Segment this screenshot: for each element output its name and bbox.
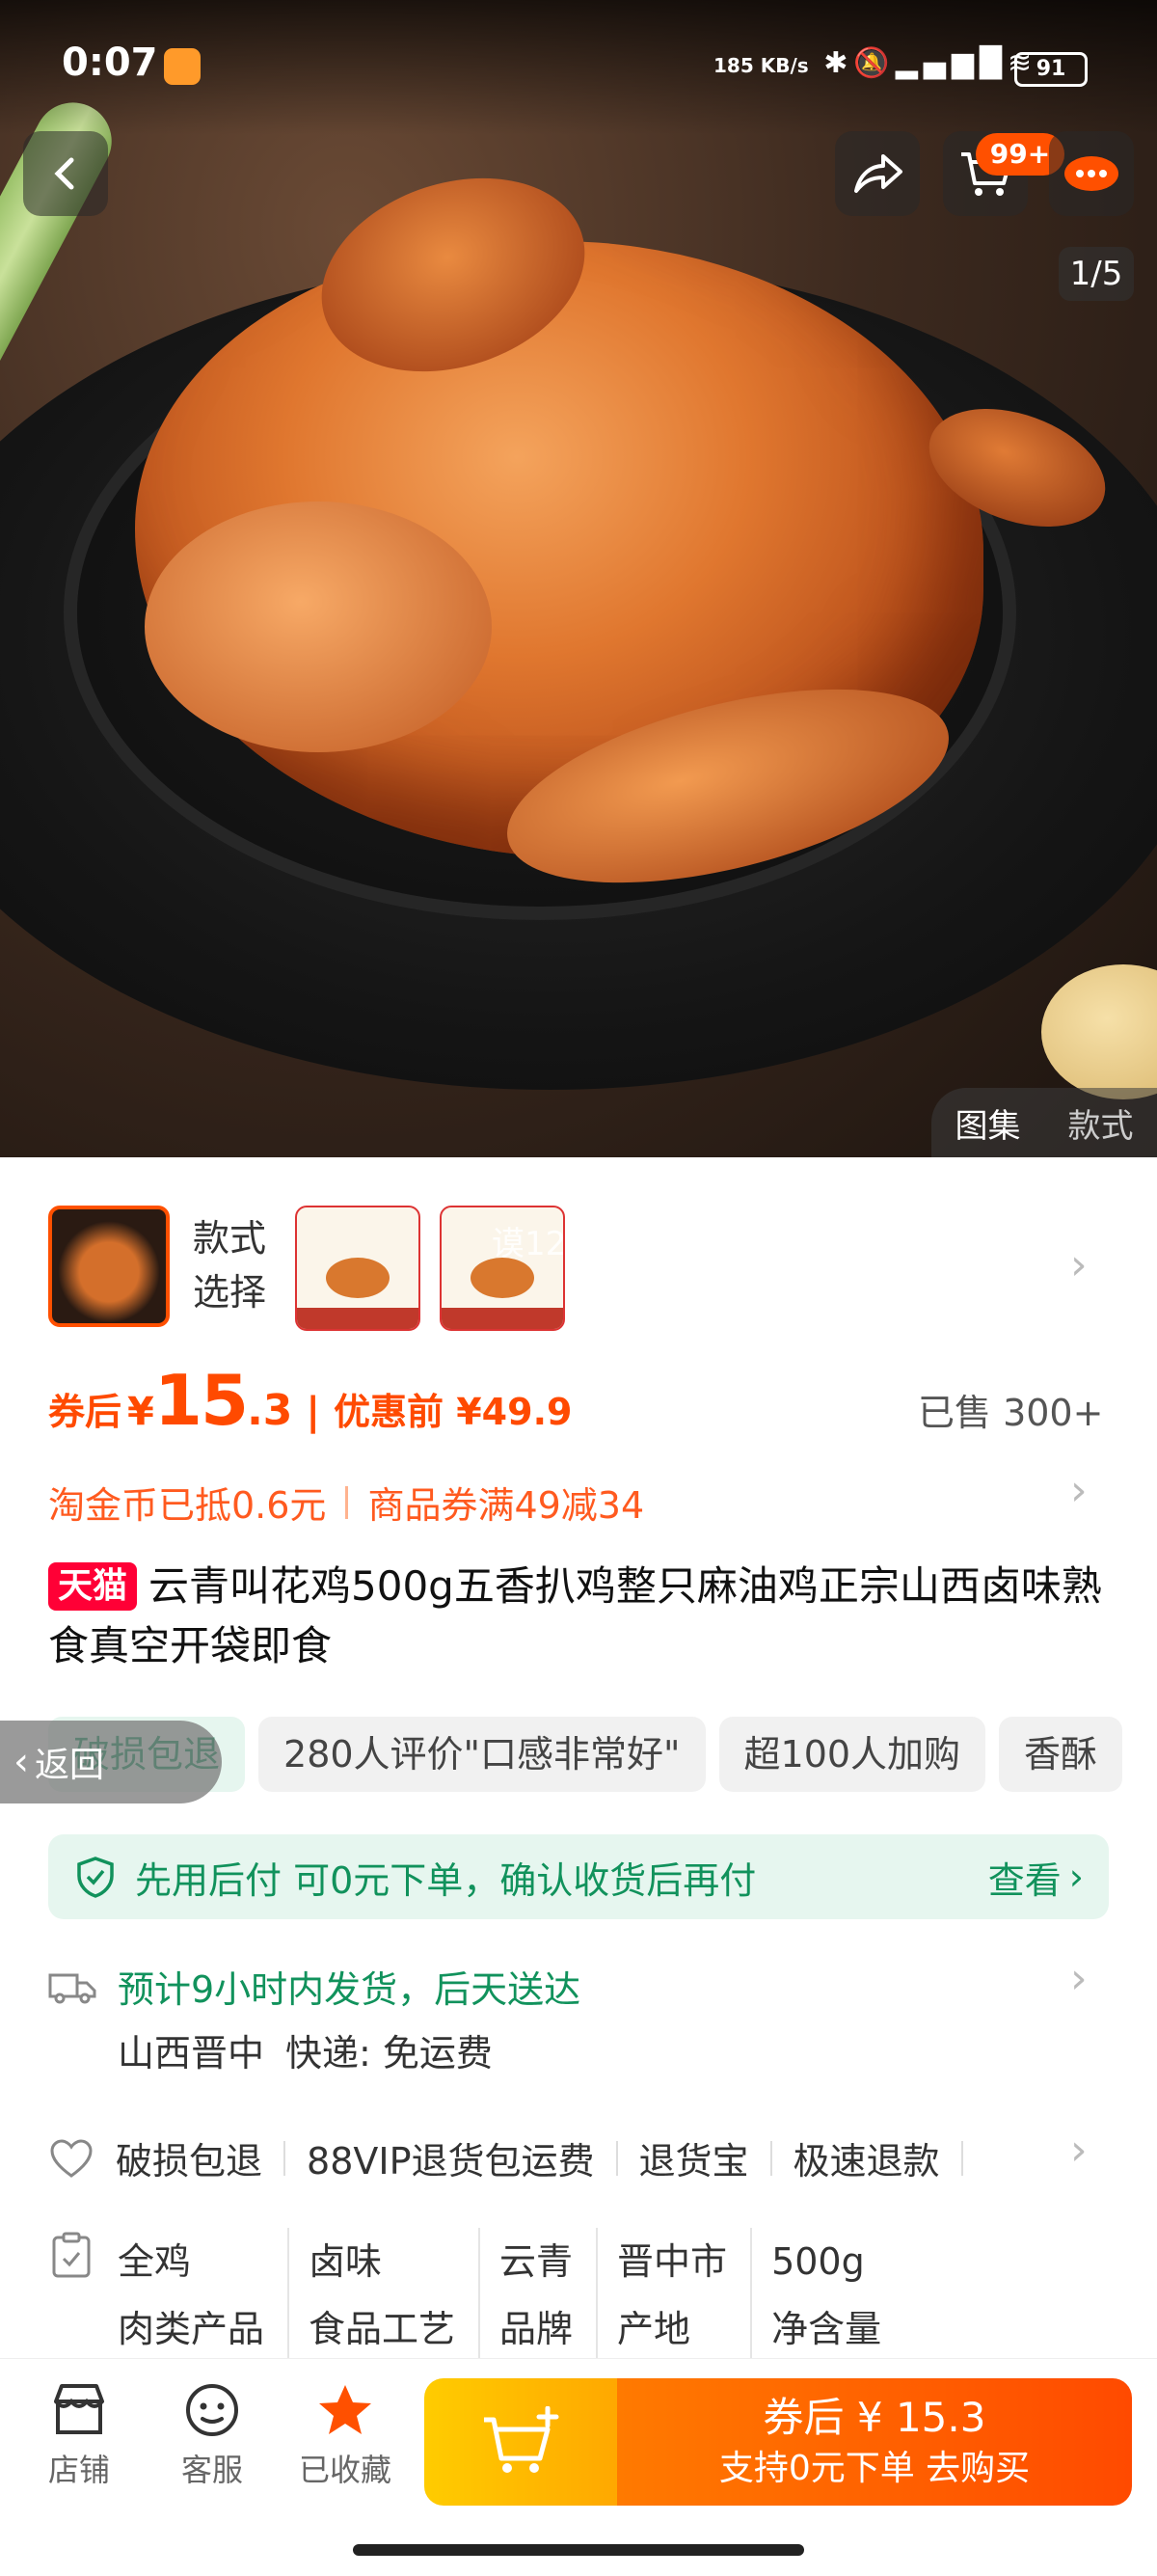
status-time: 0:07	[62, 41, 158, 85]
pay-later-text: 先用后付 可0元下单，确认收货后再付	[135, 1858, 757, 1902]
currency-symbol: ¥	[127, 1390, 154, 1434]
add-to-cart-button[interactable]	[424, 2378, 617, 2506]
style-thumbnails	[48, 1206, 189, 1327]
service-face-icon	[186, 2384, 238, 2436]
clipboard-icon	[52, 2232, 91, 2278]
status-icons: 185 KB/s ✱🔕▂▄▆█≋	[713, 46, 1037, 80]
tag-item[interactable]: 280人评价"口感非常好"	[258, 1717, 706, 1792]
shield-check-icon	[77, 1857, 114, 1898]
tab-styles[interactable]: 款式	[1068, 1099, 1134, 1147]
chevron-right-icon[interactable]: ›	[1070, 1240, 1088, 1289]
ginger-decoration	[1041, 964, 1157, 1099]
product-title: 天猫 云青叫花鸡500g五香扒鸡整只麻油鸡正宗山西卤味熟食真空开袋即食	[48, 1562, 1102, 1669]
guarantee-item: 破损包退	[116, 2140, 263, 2183]
buy-button[interactable]: 券后 ¥ 15.3 支持0元下单 去购买	[424, 2378, 1132, 2506]
bluetooth-icon: ✱	[823, 46, 854, 80]
guarantee-row[interactable]: 破损包退 88VIP退货包运费 退货宝 极速退款	[48, 2131, 984, 2184]
network-speed: 185 KB/s	[713, 54, 809, 77]
buy-now-button[interactable]: 券后 ¥ 15.3 支持0元下单 去购买	[617, 2378, 1132, 2506]
truck-icon	[48, 1973, 96, 2003]
share-icon	[854, 154, 902, 193]
style-thumb[interactable]	[295, 1206, 420, 1331]
ship-origin: 山西晋中	[118, 2032, 265, 2074]
price-row: 券后 ¥ 15 .3 | 优惠前 ¥49.9	[48, 1360, 573, 1441]
add-cart-icon	[484, 2406, 559, 2473]
style-thumb-selected[interactable]	[48, 1206, 170, 1327]
watermark-text: 谟126	[492, 1225, 587, 1263]
tag-item[interactable]: 超100人加购	[718, 1717, 986, 1792]
after-coupon-label: 券后	[48, 1391, 122, 1433]
favorite-button[interactable]: 已收藏	[287, 2382, 403, 2490]
shipping-row[interactable]: 预计9小时内发货，后天送达	[48, 1960, 580, 2013]
chevron-right-icon[interactable]: ›	[1070, 1954, 1088, 2003]
store-coupon: 商品券满49减34	[367, 1484, 645, 1527]
chevron-right-icon[interactable]: ›	[1070, 2126, 1088, 2175]
style-select-label[interactable]: 款式 选择	[193, 1211, 266, 1319]
home-indicator[interactable]	[353, 2544, 804, 2556]
shipping-detail: 山西晋中 快递: 免运费	[118, 2023, 493, 2076]
shop-icon	[54, 2384, 104, 2434]
guarantee-item: 极速退款	[793, 2140, 940, 2183]
guarantee-item: 88VIP退货包运费	[307, 2140, 595, 2183]
express-fee: 快递: 免运费	[285, 2032, 493, 2074]
heart-icon	[50, 2138, 93, 2178]
mute-icon: 🔕	[853, 46, 896, 80]
view-link[interactable]: 查看	[988, 1851, 1062, 1904]
attribute-item: 500g 净含量	[771, 2240, 882, 2350]
pay-later-banner[interactable]: 先用后付 可0元下单，确认收货后再付 查看 ›	[48, 1834, 1109, 1919]
price-before-discount: 优惠前 ¥49.9	[334, 1391, 573, 1433]
tmall-badge: 天猫	[48, 1562, 138, 1611]
share-button[interactable]	[835, 131, 920, 216]
chevron-right-icon: ›	[1068, 1856, 1084, 1898]
attribute-item: 卤味 食品工艺	[309, 2228, 481, 2363]
coin-deduction: 淘金币已抵0.6元	[48, 1484, 327, 1527]
signal-icon: ▂▄▆█	[895, 46, 1009, 80]
price-decimal: .3	[247, 1386, 293, 1435]
sold-count: 已售 300+	[918, 1392, 1104, 1434]
app-notification-icon	[164, 48, 201, 85]
tag-item[interactable]: 香酥	[999, 1717, 1123, 1792]
guarantee-item: 退货宝	[638, 2140, 749, 2183]
star-icon	[319, 2385, 371, 2434]
shop-button[interactable]: 店铺	[21, 2382, 137, 2490]
more-icon	[1064, 156, 1118, 191]
more-button[interactable]	[1049, 131, 1134, 216]
buy-price-text: 券后 ¥ 15.3	[763, 2394, 986, 2441]
price-integer: 15	[153, 1360, 249, 1441]
attribute-list[interactable]: 全鸡 肉类产品 卤味 食品工艺 云青 品牌 晋中市 产地 500g 净含量	[118, 2228, 924, 2363]
shipping-estimate: 预计9小时内发货，后天送达	[118, 1968, 581, 2011]
back-button[interactable]	[23, 131, 108, 216]
tab-gallery[interactable]: 图集	[955, 1099, 1021, 1147]
floating-back-button[interactable]: ‹ 返回	[0, 1721, 222, 1803]
chevron-left-icon	[54, 157, 74, 190]
attribute-item: 晋中市 产地	[617, 2228, 753, 2363]
gallery-tabs: 图集 款式	[931, 1088, 1157, 1157]
attribute-item: 全鸡 肉类产品	[118, 2228, 290, 2363]
buy-action-text: 支持0元下单 去购买	[718, 2449, 1031, 2488]
battery-indicator: 91	[1014, 52, 1088, 87]
image-counter: 1/5	[1059, 247, 1134, 301]
chevron-right-icon[interactable]: ›	[1070, 1466, 1088, 1515]
coupon-row[interactable]: 淘金币已抵0.6元 商品券满49减34	[48, 1476, 644, 1529]
customer-service-button[interactable]: 客服	[154, 2382, 270, 2490]
attribute-item: 云青 品牌	[499, 2228, 599, 2363]
chevron-left-icon: ‹	[13, 1740, 29, 1784]
